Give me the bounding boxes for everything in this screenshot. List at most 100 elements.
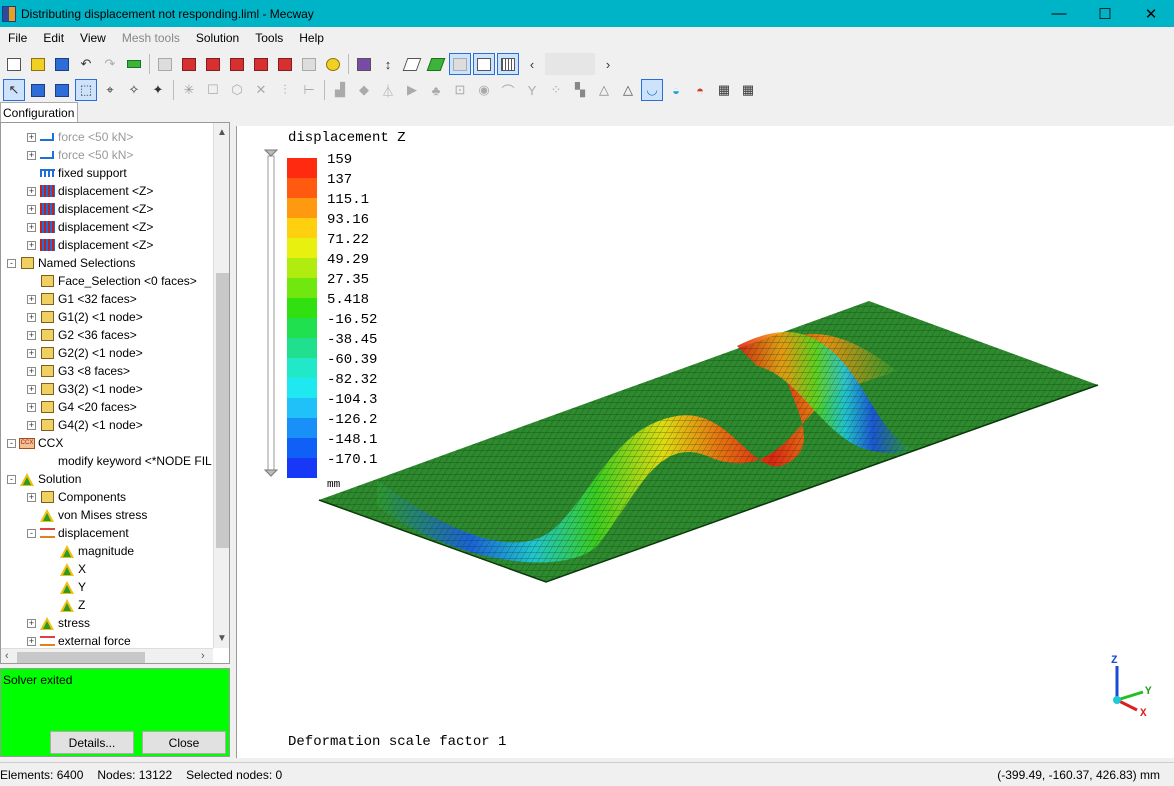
scale-icon[interactable]: ♣ [425,79,447,101]
expand-toggle-icon[interactable]: - [7,258,16,268]
tree-item[interactable]: X [47,560,86,578]
tree-item[interactable]: + displacement <Z> [27,218,153,236]
tree-horizontal-scrollbar[interactable]: ‹ › [1,648,213,663]
expand-toggle-icon[interactable]: + [27,312,36,322]
save-icon[interactable] [51,53,73,75]
menu-file[interactable]: File [0,31,35,45]
solid-view-icon[interactable] [425,53,447,75]
expand-toggle-icon[interactable]: + [27,222,36,232]
tree-item[interactable]: Y [47,578,86,596]
animate-icon[interactable]: ◓ [689,79,711,101]
undo-icon[interactable]: ↶ [75,53,97,75]
triangle-icon[interactable]: △ [617,79,639,101]
expand-toggle-icon[interactable]: + [27,636,36,646]
expand-toggle-icon[interactable]: + [27,420,36,430]
zoom-box-icon[interactable] [298,53,320,75]
triangulate-icon[interactable]: △ [593,79,615,101]
legend-slider-track[interactable] [267,155,275,473]
scroll-right-icon[interactable]: › [201,650,205,662]
details-button[interactable]: Details... [50,731,134,754]
shaded-mode-icon[interactable] [449,53,471,75]
mesh-mode-icon[interactable] [497,53,519,75]
wireframe-mode-icon[interactable] [473,53,495,75]
solve-icon[interactable] [123,53,145,75]
tree-item[interactable]: magnitude [47,542,134,560]
menu-help[interactable]: Help [291,31,332,45]
tree-item[interactable]: + Components [27,488,126,506]
view-top-icon[interactable] [274,53,296,75]
tree-item[interactable]: + displacement <Z> [27,236,153,254]
tree-item[interactable]: + G4(2) <1 node> [27,416,143,434]
menu-tools[interactable]: Tools [247,31,291,45]
view-left-icon[interactable] [226,53,248,75]
tree-item[interactable]: + stress [27,614,90,632]
select-lasso-icon[interactable]: ⌖ [99,79,121,101]
expand-toggle-icon[interactable]: - [7,474,16,484]
menu-edit[interactable]: Edit [35,31,72,45]
tree-item[interactable]: modify keyword <*NODE FIL [27,452,212,470]
select-region-icon[interactable]: ✧ [123,79,145,101]
refine-icon[interactable]: ▚ [569,79,591,101]
select-nodes-icon[interactable]: ⬚ [75,79,97,101]
expand-toggle-icon[interactable]: + [27,150,36,160]
minimize-button[interactable]: — [1036,0,1082,27]
hide-icon[interactable]: ☐ [202,79,224,101]
legend-max-handle[interactable] [263,149,279,157]
tree-item[interactable]: + force <50 kN> [27,128,133,146]
new-file-icon[interactable] [3,53,25,75]
legend-min-handle[interactable] [263,469,279,477]
close-button[interactable]: Close [142,731,226,754]
move-icon[interactable]: ⊡ [449,79,471,101]
menu-mesh-tools[interactable]: Mesh tools [114,31,188,45]
explode-icon[interactable]: ✳ [178,79,200,101]
scatter-icon[interactable]: ⁘ [545,79,567,101]
view-right-icon[interactable] [250,53,272,75]
menu-view[interactable]: View [72,31,114,45]
zoom-fit-icon[interactable] [322,53,344,75]
mirror-icon[interactable]: ⏃ [377,79,399,101]
delete-icon[interactable]: ✕ [250,79,272,101]
tree-item[interactable]: von Mises stress [27,506,147,524]
maximize-button[interactable]: ☐ [1082,0,1128,27]
cube-icon[interactable]: ⬡ [226,79,248,101]
tree-item[interactable]: + displacement <Z> [27,182,153,200]
tree-item[interactable]: Z [47,596,85,614]
view-back-icon[interactable] [202,53,224,75]
scroll-up-icon[interactable]: ▲ [217,127,227,138]
select-pointer-icon[interactable]: ↖ [3,79,25,101]
view-front-icon[interactable] [178,53,200,75]
shading-icon[interactable] [353,53,375,75]
select-faces-icon[interactable] [27,79,49,101]
expand-toggle-icon[interactable]: + [27,384,36,394]
result-slider[interactable] [545,53,595,75]
sweep-icon[interactable]: ◆ [353,79,375,101]
tree-item[interactable]: + G3(2) <1 node> [27,380,143,398]
tree-item[interactable]: + G4 <20 faces> [27,398,137,416]
expand-toggle-icon[interactable]: + [27,402,36,412]
video-icon[interactable]: ▦ [713,79,735,101]
tree-item[interactable]: fixed support [27,164,127,182]
tree-item[interactable]: + displacement <Z> [27,200,153,218]
merge-icon[interactable]: ⫶ [274,79,296,101]
tree-item[interactable]: Face_Selection <0 faces> [27,272,197,290]
redo-icon[interactable]: ↷ [99,53,121,75]
result-next-icon[interactable]: › [597,53,619,75]
extrude-icon[interactable]: ▟ [329,79,351,101]
expand-toggle-icon[interactable]: + [27,348,36,358]
expand-toggle-icon[interactable]: + [27,204,36,214]
tree-item[interactable]: + G1(2) <1 node> [27,308,143,326]
rotate-icon[interactable]: ▶ [401,79,423,101]
select-grow-icon[interactable]: ✦ [147,79,169,101]
expand-toggle-icon[interactable]: + [27,330,36,340]
expand-toggle-icon[interactable]: + [27,618,36,628]
hscroll-thumb[interactable] [17,652,145,663]
select-elements-icon[interactable] [51,79,73,101]
view-iso-icon[interactable] [154,53,176,75]
tree-item[interactable]: - Named Selections [7,254,135,272]
revolve-icon[interactable]: ◉ [473,79,495,101]
expand-toggle-icon[interactable]: + [27,366,36,376]
tree-item[interactable]: - displacement [27,524,129,542]
expand-toggle-icon[interactable]: - [7,438,16,448]
expand-toggle-icon[interactable]: + [27,294,36,304]
tab-configuration[interactable]: Configuration [0,102,78,122]
